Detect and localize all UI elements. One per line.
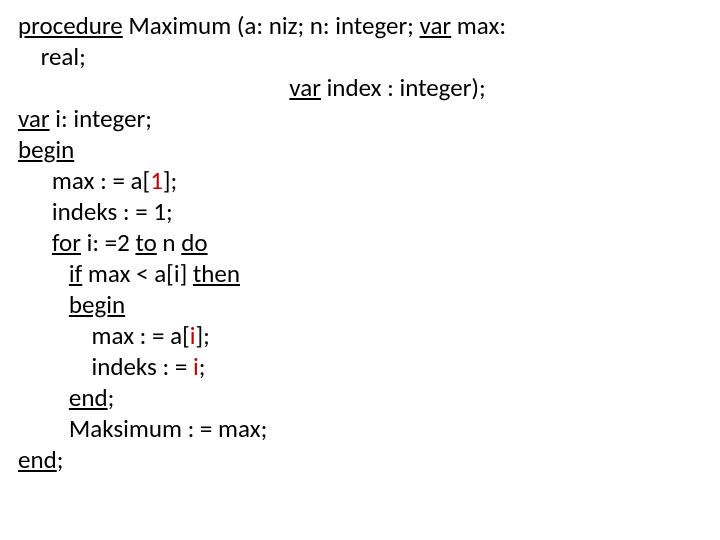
code-text: n: [157, 227, 181, 258]
indent: [18, 258, 69, 289]
keyword-var: var: [18, 103, 50, 134]
indent: [18, 289, 69, 320]
keyword-do: do: [181, 227, 207, 258]
code-line: Maksimum : = max;: [18, 413, 267, 444]
indent: [18, 72, 289, 103]
keyword-begin: begin: [18, 134, 74, 165]
code-line: indeks : = 1;: [18, 196, 173, 227]
code-text: ];: [196, 320, 210, 351]
code-text: indeks : =: [18, 351, 193, 382]
keyword-for: for: [52, 227, 81, 258]
literal-one: 1: [150, 165, 163, 196]
code-slide: procedure Maximum (a: niz; n: integer; v…: [0, 0, 720, 540]
keyword-end: end: [18, 444, 57, 475]
keyword-var: var: [289, 72, 321, 103]
code-text: index : integer);: [321, 72, 486, 103]
keyword-var: var: [420, 10, 452, 41]
code-text: ];: [163, 165, 177, 196]
indent: [18, 227, 52, 258]
keyword-then: then: [193, 258, 240, 289]
keyword-if: if: [69, 258, 82, 289]
code-text: max : = a[: [18, 320, 190, 351]
code-text: ;: [199, 351, 206, 382]
header-text: Maximum (a: niz; n: integer;: [123, 10, 420, 41]
keyword-procedure: procedure: [18, 10, 123, 41]
keyword-end: end: [69, 382, 108, 413]
keyword-begin: begin: [69, 289, 125, 320]
indent: [18, 382, 69, 413]
code-text: ;: [57, 444, 64, 475]
code-text: i: integer;: [50, 103, 152, 134]
code-text: max : = a[: [18, 165, 150, 196]
keyword-to: to: [135, 227, 156, 258]
code-text: i: =2: [81, 227, 136, 258]
header-tail: max:: [451, 10, 512, 41]
code-text: ;: [108, 382, 115, 413]
code-text: max < a[i]: [82, 258, 193, 289]
code-line: real;: [18, 41, 86, 72]
